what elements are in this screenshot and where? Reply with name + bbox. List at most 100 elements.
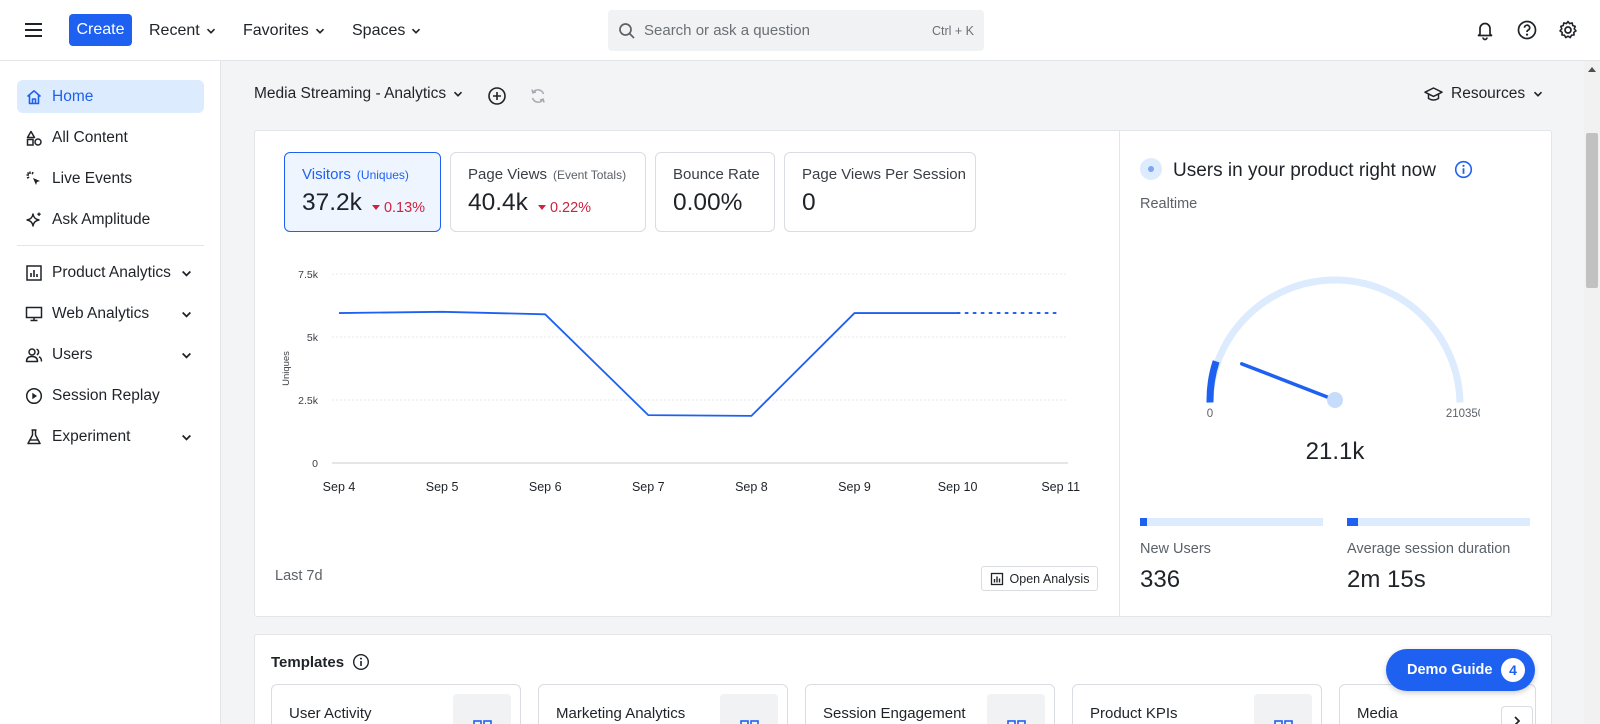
dashboard-icon — [1007, 720, 1026, 724]
date-range-label: Last 7d — [275, 568, 323, 584]
sidebar-item-experiment[interactable]: Experiment — [17, 420, 204, 453]
search-input[interactable]: Search or ask a question Ctrl + K — [608, 10, 984, 51]
sidebar-item-ask-amplitude[interactable]: Ask Amplitude — [17, 203, 204, 236]
y-tick-label: 7.5k — [298, 269, 319, 281]
chart-icon — [990, 572, 1003, 585]
new-users-bar — [1140, 518, 1323, 526]
card-divider — [1119, 131, 1120, 616]
metric-change: 0.22% — [537, 199, 592, 216]
metric-bounce-rate[interactable]: Bounce Rate 0.00% — [655, 152, 775, 232]
sidebar-item-label: Users — [52, 345, 93, 363]
realtime-gauge: 0 210350 — [1206, 276, 1480, 420]
scroll-up-arrow-icon[interactable] — [1588, 67, 1596, 72]
y-tick-label: 5k — [307, 332, 319, 344]
chevron-down-icon — [182, 434, 191, 441]
template-thumbnail — [987, 694, 1045, 724]
session-duration-value: 2m 15s — [1347, 566, 1426, 593]
sidebar-item-live-events[interactable]: Live Events — [17, 162, 204, 195]
sidebar-item-all-content[interactable]: All Content — [17, 121, 204, 154]
template-card-user-activity[interactable]: User Activity — [271, 684, 521, 724]
x-tick-label: Sep 10 — [938, 480, 978, 494]
bell-icon[interactable] — [1474, 19, 1496, 41]
sidebar-item-label: Home — [52, 87, 94, 105]
x-tick-label: Sep 9 — [838, 480, 871, 494]
sidebar-item-users[interactable]: Users — [17, 338, 204, 371]
metric-label: Page Views Per Session — [802, 166, 966, 183]
metric-page-views-per-session[interactable]: Page Views Per Session 0 — [784, 152, 976, 232]
favorites-menu-label: Favorites — [243, 22, 309, 39]
sidebar-item-home[interactable]: Home — [17, 80, 204, 113]
template-card-session-engagement[interactable]: Session Engagement — [805, 684, 1055, 724]
live-indicator — [1140, 158, 1162, 180]
flask-icon — [27, 428, 41, 444]
metric-change-value: 0.13% — [383, 199, 426, 216]
template-card-marketing-analytics[interactable]: Marketing Analytics — [538, 684, 788, 724]
metric-page-views[interactable]: Page Views (Event Totals) 40.4k 0.22% — [450, 152, 646, 232]
top-bar: Create Recent Favorites Spaces Search or… — [0, 0, 1600, 61]
spaces-menu[interactable]: Spaces — [352, 20, 421, 42]
spaces-menu-label: Spaces — [352, 22, 406, 39]
dashboard-icon — [740, 720, 759, 724]
open-analysis-button[interactable]: Open Analysis — [981, 566, 1098, 591]
graduation-cap-icon — [1424, 86, 1443, 101]
gauge-max-label: 210350 — [1446, 408, 1480, 420]
y-tick-label: 2.5k — [298, 395, 319, 407]
add-circle-icon[interactable] — [487, 86, 507, 106]
create-button[interactable]: Create — [69, 14, 132, 46]
session-duration-bar-fill — [1347, 518, 1358, 526]
sidebar-item-web-analytics[interactable]: Web Analytics — [17, 297, 204, 330]
sidebar-item-product-analytics[interactable]: Product Analytics — [17, 256, 204, 289]
demo-guide-button[interactable]: Demo Guide 4 — [1386, 649, 1535, 691]
metric-change-value: 0.22% — [549, 199, 592, 216]
gear-icon[interactable] — [1557, 19, 1579, 41]
recent-menu[interactable]: Recent — [149, 20, 216, 42]
templates-next-button[interactable] — [1501, 706, 1533, 724]
template-label: Product KPIs — [1090, 705, 1178, 722]
menu-icon[interactable] — [23, 20, 45, 40]
chevron-down-icon — [454, 91, 463, 97]
demo-guide-count-badge: 4 — [1501, 658, 1525, 682]
scrollbar-thumb[interactable] — [1586, 133, 1598, 288]
sidebar-item-label: Experiment — [52, 427, 131, 445]
sparkle-icon — [26, 212, 41, 227]
sidebar-item-session-replay[interactable]: Session Replay — [17, 379, 204, 412]
x-tick-label: Sep 6 — [529, 480, 562, 494]
recent-menu-label: Recent — [149, 22, 200, 39]
template-label: Marketing Analytics — [556, 705, 686, 722]
template-card-product-kpis[interactable]: Product KPIs — [1072, 684, 1322, 724]
y-tick-label: 0 — [312, 458, 318, 470]
metric-value: 0.00% — [673, 189, 743, 216]
resources-dropdown[interactable]: Resources — [1424, 85, 1543, 103]
favorites-menu[interactable]: Favorites — [243, 20, 325, 42]
metric-value: 37.2k — [302, 189, 362, 216]
template-thumbnail — [720, 694, 778, 724]
metric-value: 40.4k — [468, 189, 528, 216]
sidebar-divider — [17, 245, 204, 246]
down-triangle-icon — [371, 205, 380, 210]
chevron-down-icon — [412, 28, 421, 34]
search-placeholder: Search or ask a question — [644, 22, 810, 39]
demo-guide-label: Demo Guide — [1407, 662, 1493, 678]
search-shortcut: Ctrl + K — [931, 23, 974, 38]
x-tick-label: Sep 5 — [426, 480, 459, 494]
refresh-icon[interactable] — [528, 86, 548, 106]
metric-sub-label: (Event Totals) — [552, 168, 627, 182]
dashboard-title: Media Streaming - Analytics — [254, 85, 447, 102]
gauge-hub — [1327, 392, 1343, 408]
x-tick-label: Sep 7 — [632, 480, 665, 494]
metric-change: 0.13% — [371, 199, 426, 216]
dashboard-title-dropdown[interactable]: Media Streaming - Analytics — [254, 85, 463, 103]
metric-visitors[interactable]: Visitors (Uniques) 37.2k 0.13% — [284, 152, 441, 232]
session-duration-bar — [1347, 518, 1530, 526]
info-icon[interactable] — [1454, 160, 1473, 179]
new-users-value: 336 — [1140, 566, 1181, 593]
y-axis-label: Uniques — [281, 351, 292, 386]
gauge-value: 21.1k — [1305, 438, 1365, 465]
page-scrollbar[interactable] — [1584, 61, 1600, 724]
info-icon[interactable] — [352, 653, 370, 671]
help-icon[interactable] — [1516, 19, 1538, 41]
home-icon — [26, 89, 42, 104]
sparkle-cursor-icon — [26, 171, 40, 185]
metric-label: Visitors — [302, 166, 351, 183]
open-analysis-label: Open Analysis — [1009, 571, 1090, 586]
